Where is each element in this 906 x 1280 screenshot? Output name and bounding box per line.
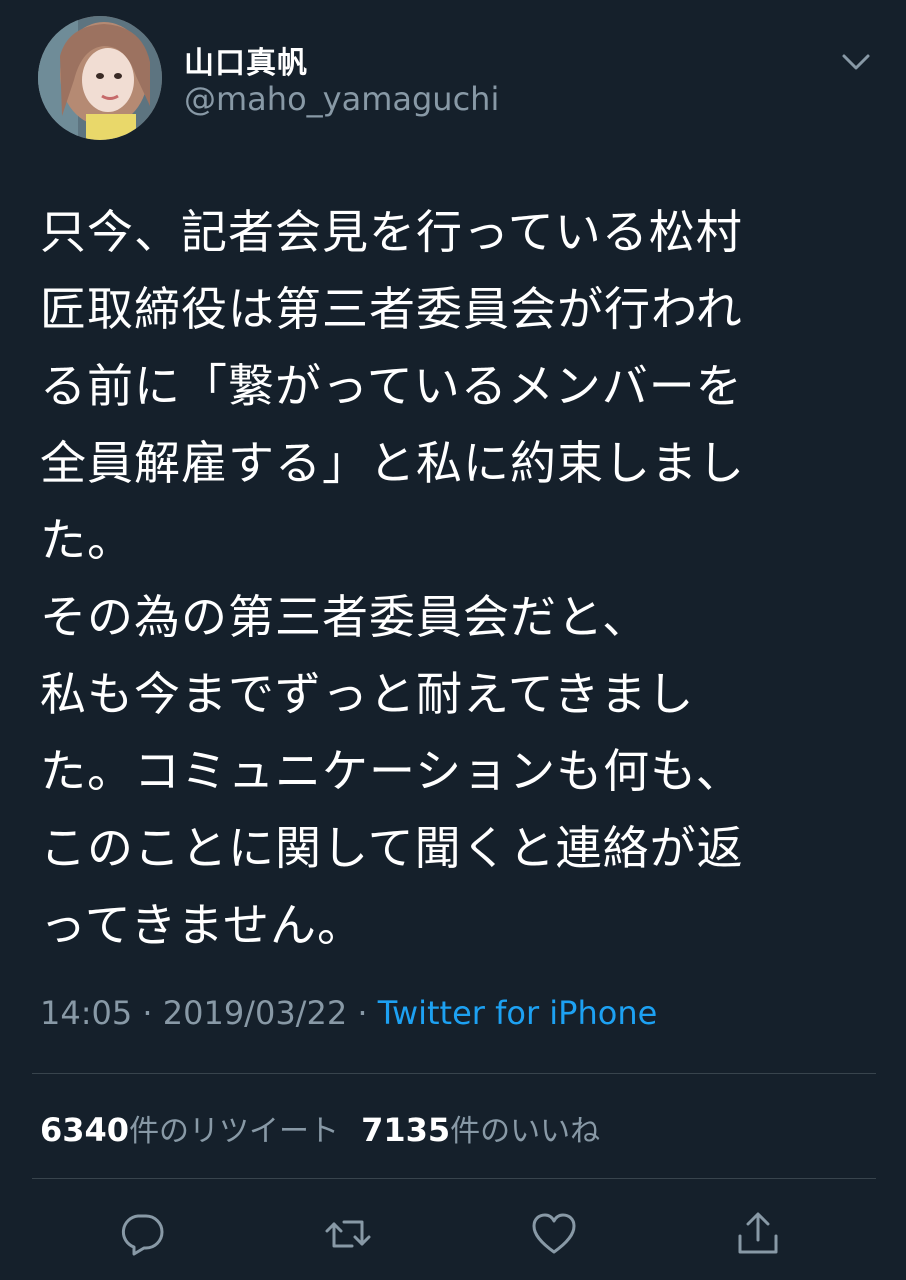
like-count: 7135 [361, 1111, 451, 1149]
retweet-label: 件のリツイート [129, 1114, 340, 1149]
like-label: 件のいいね [450, 1114, 601, 1149]
tweet-date: 2019/03/22 [162, 994, 348, 1032]
tweet-meta: 14:05 · 2019/03/22 · Twitter for iPhone [40, 994, 657, 1032]
likes-stat[interactable]: 7135件のいいね [361, 1111, 601, 1149]
divider [32, 1073, 876, 1074]
tweet-detail-screen: 山口真帆 @maho_yamaguchi 只今、記者会見を行っている松村 匠取締… [0, 0, 906, 1280]
retweets-stat[interactable]: 6340件のリツイート [40, 1111, 340, 1149]
meta-separator: · [142, 994, 153, 1032]
retweet-icon[interactable] [324, 1210, 372, 1258]
heart-icon[interactable] [530, 1210, 578, 1258]
retweet-count: 6340 [40, 1111, 130, 1149]
tweet-stats: 6340件のリツイート 7135件のいいね [40, 1106, 600, 1150]
chevron-down-icon[interactable] [838, 48, 874, 76]
avatar[interactable] [38, 16, 162, 140]
reply-icon[interactable] [118, 1210, 166, 1258]
meta-separator: · [357, 994, 368, 1032]
share-icon[interactable] [734, 1210, 782, 1258]
tweet-text: 只今、記者会見を行っている松村 匠取締役は第三者委員会が行われ る前に「繋がって… [40, 205, 745, 952]
username[interactable]: @maho_yamaguchi [184, 80, 499, 118]
display-name[interactable]: 山口真帆 [184, 38, 308, 82]
tweet-source-link[interactable]: Twitter for iPhone [378, 994, 658, 1032]
tweet-time: 14:05 [40, 994, 133, 1032]
divider [32, 1178, 876, 1179]
